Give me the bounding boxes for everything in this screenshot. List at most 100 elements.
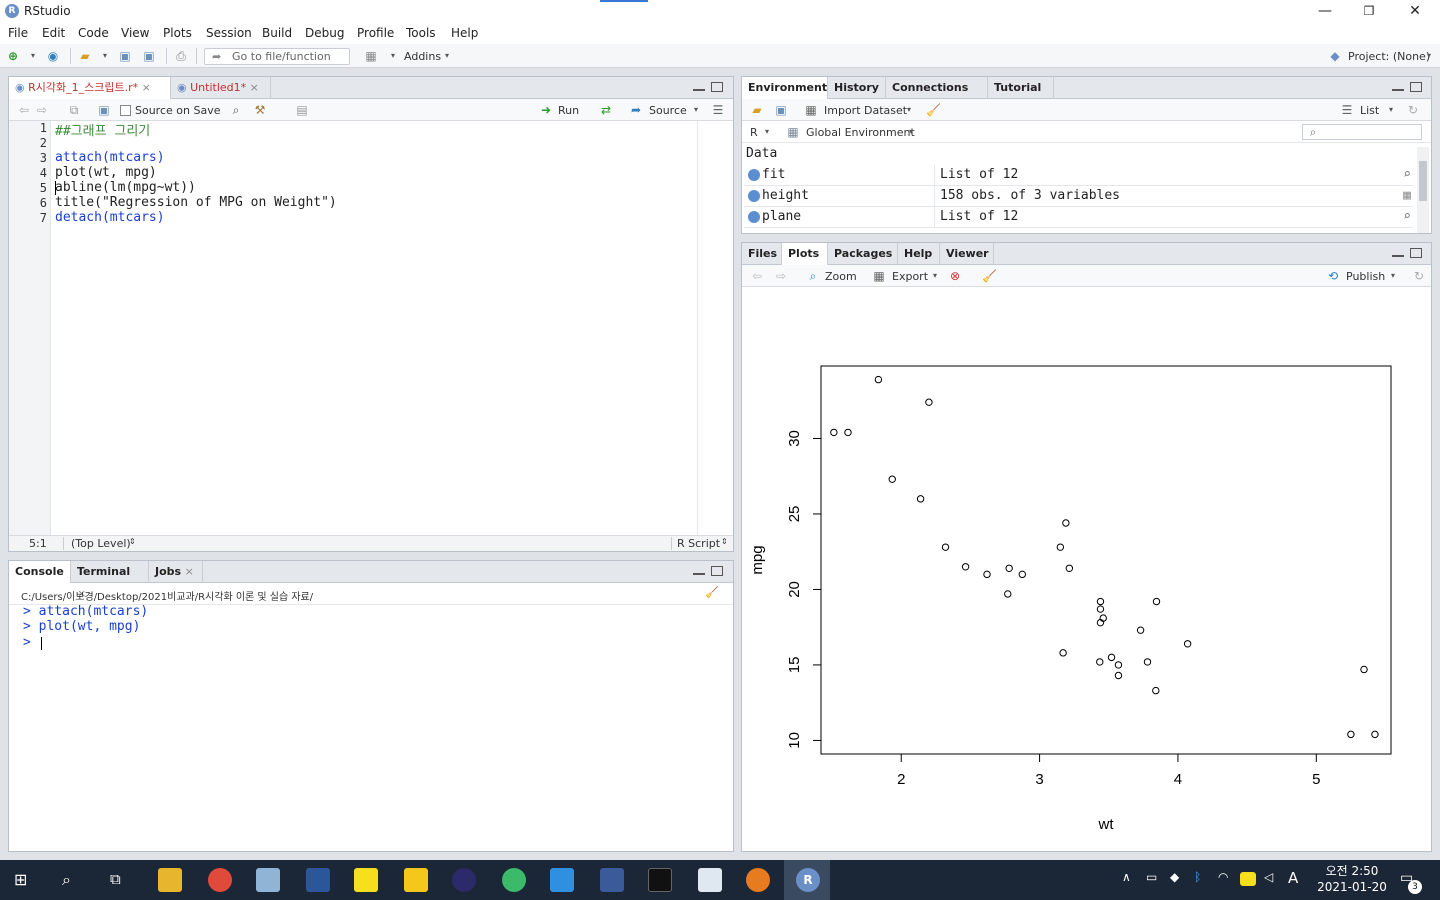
menu-view[interactable]: View	[121, 26, 149, 40]
tab-script[interactable]: ◉ R시각화_1_스크립트.r* ×	[9, 77, 171, 99]
data-viewer-icon[interactable]: ▦	[1403, 188, 1411, 203]
clear-workspace-icon[interactable]: 🧹	[926, 103, 941, 117]
close-tab-icon[interactable]: ×	[181, 565, 194, 578]
dropdown-icon[interactable]: ▾	[440, 49, 454, 63]
run-button[interactable]: Run	[558, 104, 579, 117]
code-line[interactable]: detach(mtcars)	[55, 210, 165, 225]
tab-console[interactable]: Console	[9, 561, 71, 583]
file-type-selector[interactable]: R Script	[677, 537, 720, 550]
ime-indicator[interactable]: A	[1288, 869, 1298, 887]
dropdown-icon[interactable]: ▾	[386, 49, 400, 63]
print-icon[interactable]: ⎙	[174, 49, 188, 63]
view-mode-selector[interactable]: List	[1360, 104, 1379, 117]
zoom-button[interactable]: Zoom	[825, 270, 857, 283]
maximize-pane-icon[interactable]	[1410, 82, 1422, 92]
windows-start-icon[interactable]: ⊞	[14, 871, 32, 889]
minimize-pane-icon[interactable]	[693, 573, 705, 575]
mysql-icon[interactable]	[600, 868, 624, 892]
source-on-save-checkbox[interactable]	[120, 105, 131, 116]
maps-icon[interactable]	[502, 868, 526, 892]
scope-selector[interactable]: (Top Level)	[71, 537, 131, 550]
working-directory[interactable]: C:/Users/이보경/Desktop/2021비교과/R시각화 이론 및 실…	[21, 588, 313, 603]
dropdown-icon[interactable]: ▾	[1384, 103, 1398, 117]
close-tab-icon[interactable]: ×	[250, 81, 259, 94]
menu-debug[interactable]: Debug	[305, 26, 344, 40]
menu-edit[interactable]: Edit	[42, 26, 65, 40]
menu-tools[interactable]: Tools	[406, 26, 436, 40]
dropdown-icon[interactable]: ▾	[26, 49, 40, 63]
environment-search-input[interactable]	[1302, 124, 1422, 140]
clear-plots-icon[interactable]: 🧹	[982, 269, 997, 283]
code-line[interactable]: ##그래프 그리기	[55, 120, 150, 139]
env-row[interactable]: height 158 obs. of 3 variables ▦	[744, 186, 1413, 207]
zoom-icon[interactable]: ⌕	[806, 269, 820, 283]
import-dataset-button[interactable]: Import Dataset	[824, 104, 907, 117]
code-line[interactable]: plot(wt, mpg)	[55, 165, 157, 180]
dropdown-icon[interactable]: ▾	[1422, 49, 1436, 63]
grid-layout-icon[interactable]: ▦	[364, 49, 378, 63]
dropdown-icon[interactable]: ▾	[98, 49, 112, 63]
jupyter-icon[interactable]	[746, 868, 770, 892]
publish-button[interactable]: Publish	[1346, 270, 1385, 283]
tab-viewer[interactable]: Viewer	[940, 243, 994, 265]
clear-console-icon[interactable]: 🧹	[705, 586, 719, 599]
tab-terminal[interactable]: Terminal ×	[71, 561, 149, 600]
tab-files[interactable]: Files	[742, 243, 782, 265]
dropdown-icon[interactable]: ▾	[902, 103, 916, 117]
maximize-pane-icon[interactable]	[711, 82, 723, 92]
dropdown-icon[interactable]: ▾	[689, 103, 703, 117]
load-workspace-icon[interactable]: ▰	[750, 103, 764, 117]
save-icon[interactable]: ▣	[97, 103, 111, 117]
minimize-pane-icon[interactable]	[1392, 89, 1404, 91]
tab-tutorial[interactable]: Tutorial	[988, 77, 1054, 99]
project-menu[interactable]: Project: (None)	[1348, 50, 1430, 63]
source-button[interactable]: Source	[649, 104, 687, 117]
tab-environment[interactable]: Environment	[742, 77, 828, 99]
sticky-notes-icon[interactable]	[404, 868, 428, 892]
snipping-icon[interactable]	[698, 868, 722, 892]
tab-untitled[interactable]: ◉ Untitled1* ×	[171, 77, 271, 99]
source-icon[interactable]: ➦	[629, 103, 643, 117]
tab-plots[interactable]: Plots	[782, 243, 828, 265]
console-prompt[interactable]: >	[23, 635, 39, 650]
publish-icon[interactable]: ⟲	[1326, 269, 1340, 283]
chrome-icon[interactable]	[208, 868, 232, 892]
scope-selector[interactable]: Global Environment	[806, 126, 915, 139]
menu-build[interactable]: Build	[262, 26, 292, 40]
rstudio-taskbar-icon[interactable]: R	[796, 868, 820, 892]
forward-icon[interactable]: ⇨	[35, 103, 49, 117]
refresh-icon[interactable]: ↻	[1406, 103, 1420, 117]
tray-chevron-icon[interactable]: ∧	[1122, 870, 1131, 884]
tab-connections[interactable]: Connections	[886, 77, 988, 99]
minimize-pane-icon[interactable]	[693, 89, 705, 91]
language-selector[interactable]: R	[750, 126, 758, 139]
scrollbar[interactable]	[1417, 147, 1429, 233]
menu-code[interactable]: Code	[78, 26, 109, 40]
code-tools-icon[interactable]: ⚒	[253, 103, 267, 117]
dropdown-icon[interactable]: ▾	[1386, 269, 1400, 283]
search-icon[interactable]: ⌕	[62, 870, 71, 890]
kakaotalk-icon[interactable]	[354, 868, 378, 892]
close-icon[interactable]: ✕	[1400, 2, 1430, 20]
addins-button[interactable]: Addins	[404, 50, 441, 63]
search-icon[interactable]: ⌕	[229, 103, 243, 117]
word-icon[interactable]	[306, 868, 330, 892]
task-view-icon[interactable]: ⧉	[110, 870, 121, 888]
next-plot-icon[interactable]: ⇨	[774, 269, 788, 283]
maximize-icon[interactable]: ❐	[1354, 2, 1384, 20]
expand-icon[interactable]	[748, 169, 760, 181]
dropdown-icon[interactable]: ▾	[760, 125, 774, 139]
document-outline-icon[interactable]: ☰	[711, 103, 725, 117]
expand-icon[interactable]	[748, 211, 760, 223]
menu-session[interactable]: Session	[206, 26, 252, 40]
menu-help[interactable]: Help	[451, 26, 478, 40]
back-icon[interactable]: ⇦	[17, 103, 31, 117]
menu-profile[interactable]: Profile	[357, 26, 394, 40]
view-icon[interactable]: ⌕	[1403, 209, 1411, 224]
maximize-pane-icon[interactable]	[711, 566, 723, 576]
minimize-icon[interactable]: —	[1310, 2, 1340, 20]
export-button[interactable]: Export	[892, 270, 928, 283]
save-icon[interactable]: ▣	[118, 49, 132, 63]
view-icon[interactable]: ⌕	[1403, 167, 1411, 182]
dropdown-icon[interactable]: ▾	[904, 125, 918, 139]
